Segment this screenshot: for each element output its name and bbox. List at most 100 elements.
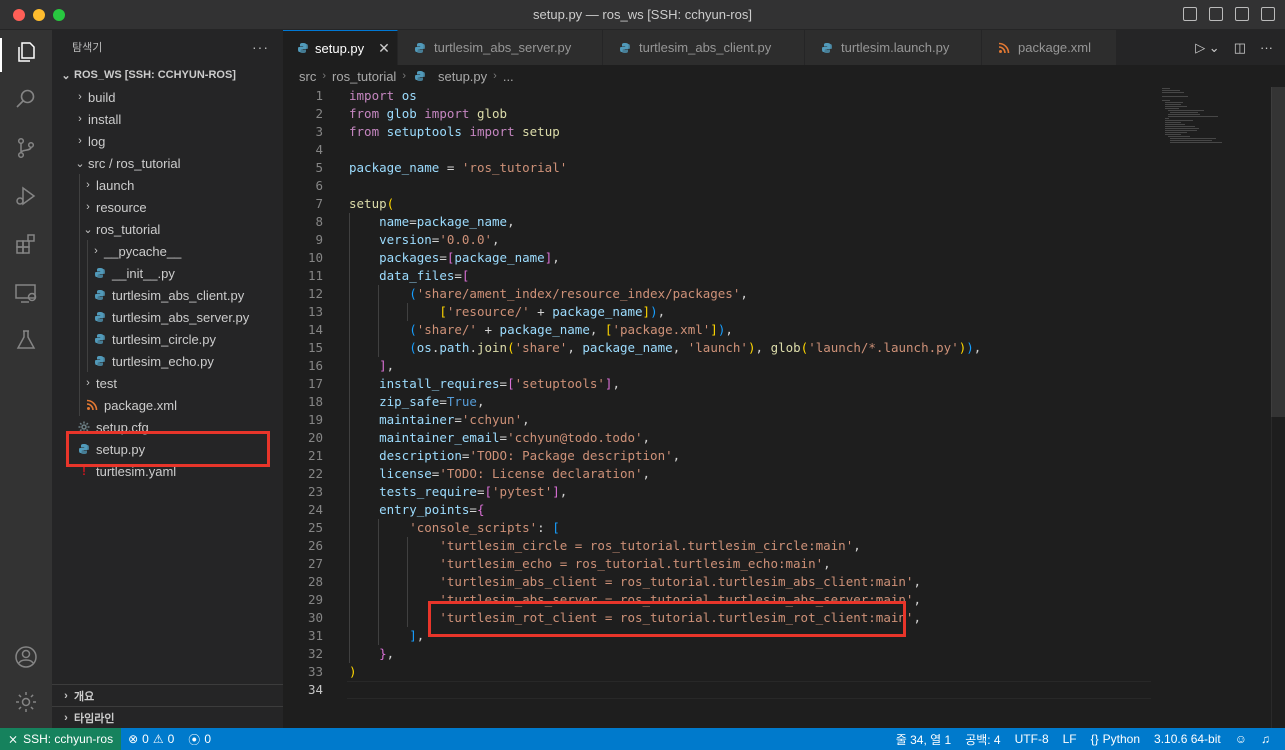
toggle-secondary-sidebar-icon[interactable] bbox=[1235, 7, 1249, 21]
ports-indicator[interactable]: ⦿ 0 bbox=[181, 731, 218, 748]
code-line[interactable]: 20 maintainer_email='cchyun@todo.todo', bbox=[283, 429, 1153, 447]
minimap[interactable] bbox=[1158, 87, 1258, 147]
code-line[interactable]: 2 from glob import glob bbox=[283, 105, 1153, 123]
tree-item-turtlesim-circle-py[interactable]: turtlesim_circle.py bbox=[52, 328, 283, 350]
search-icon[interactable] bbox=[14, 87, 38, 111]
explorer-icon[interactable] bbox=[14, 40, 38, 64]
code-token: , bbox=[507, 214, 515, 229]
more-actions-icon[interactable]: ··· bbox=[1260, 40, 1273, 56]
tree-item-launch[interactable]: › launch bbox=[52, 174, 283, 196]
code-line[interactable]: 18 zip_safe=True, bbox=[283, 393, 1153, 411]
remote-indicator[interactable]: ⨯ SSH: cchyun-ros bbox=[0, 728, 122, 750]
tree-item-ros-tutorial[interactable]: ⌄ ros_tutorial bbox=[52, 218, 283, 240]
code-line[interactable]: 6 bbox=[283, 177, 1153, 195]
outline-section[interactable]: › 개요 bbox=[52, 684, 283, 706]
notifications-bell-icon[interactable]: ♫ bbox=[1254, 732, 1277, 746]
tree-item-test[interactable]: › test bbox=[52, 372, 283, 394]
code-line[interactable]: 3 from setuptools import setup bbox=[283, 123, 1153, 141]
code-line[interactable]: 26 'turtlesim_circle = ros_tutorial.turt… bbox=[283, 537, 1153, 555]
code-line[interactable]: 28 'turtlesim_abs_client = ros_tutorial.… bbox=[283, 573, 1153, 591]
code-line[interactable]: 22 license='TODO: License declaration', bbox=[283, 465, 1153, 483]
end-of-line[interactable]: LF bbox=[1056, 732, 1084, 746]
language-mode[interactable]: {} Python bbox=[1084, 732, 1147, 746]
tab-package-xml[interactable]: package.xml bbox=[982, 30, 1117, 65]
code-line[interactable]: 14 ('share/' + package_name, ['package.x… bbox=[283, 321, 1153, 339]
indent-guide bbox=[79, 218, 80, 240]
tree-item-pycache[interactable]: › __pycache__ bbox=[52, 240, 283, 262]
braces-icon: {} bbox=[1090, 732, 1099, 746]
code-line[interactable]: 1 import os bbox=[283, 87, 1153, 105]
breadcrumb-src[interactable]: src bbox=[299, 69, 316, 84]
encoding[interactable]: UTF-8 bbox=[1008, 732, 1056, 746]
code-line[interactable]: 27 'turtlesim_echo = ros_tutorial.turtle… bbox=[283, 555, 1153, 573]
close-window-button[interactable] bbox=[13, 9, 25, 21]
code-line[interactable]: 9 version='0.0.0', bbox=[283, 231, 1153, 249]
tree-item-resource[interactable]: › resource bbox=[52, 196, 283, 218]
tab-turtlesim-abs-client-py[interactable]: turtlesim_abs_client.py bbox=[603, 30, 805, 65]
remote-explorer-icon[interactable] bbox=[14, 281, 38, 305]
toggle-sidebar-icon[interactable] bbox=[1183, 7, 1197, 21]
code-token: glob bbox=[770, 340, 801, 355]
code-line[interactable]: 5 package_name = 'ros_tutorial' bbox=[283, 159, 1153, 177]
code-line[interactable]: 4 bbox=[283, 141, 1153, 159]
code-line[interactable]: 12 ('share/ament_index/resource_index/pa… bbox=[283, 285, 1153, 303]
code-line[interactable]: 23 tests_require=['pytest'], bbox=[283, 483, 1153, 501]
tree-item-turtlesim-abs-server-py[interactable]: turtlesim_abs_server.py bbox=[52, 306, 283, 328]
account-icon[interactable] bbox=[14, 645, 38, 669]
breadcrumb-symbols[interactable]: ... bbox=[503, 69, 514, 84]
code-line[interactable]: 17 install_requires=['setuptools'], bbox=[283, 375, 1153, 393]
tab-turtlesim-launch-py[interactable]: turtlesim.launch.py bbox=[805, 30, 982, 65]
editor-scrollbar-thumb[interactable] bbox=[1271, 87, 1285, 417]
line-number: 7 bbox=[315, 196, 323, 211]
code-line[interactable]: 24 entry_points={ bbox=[283, 501, 1153, 519]
code-line[interactable]: 8 name=package_name, bbox=[283, 213, 1153, 231]
tree-item-package-xml[interactable]: package.xml bbox=[52, 394, 283, 416]
more-actions-icon[interactable]: ··· bbox=[252, 39, 269, 55]
tab-turtlesim-abs-server-py[interactable]: turtlesim_abs_server.py bbox=[398, 30, 603, 65]
timeline-section[interactable]: › 타임라인 bbox=[52, 706, 283, 728]
python-interpreter[interactable]: 3.10.6 64-bit bbox=[1147, 732, 1228, 746]
code-line[interactable]: 33) bbox=[283, 663, 1153, 681]
cursor-position[interactable]: 줄 34, 열 1 bbox=[889, 731, 958, 748]
code-line[interactable]: 11 data_files=[ bbox=[283, 267, 1153, 285]
problems-indicator[interactable]: ⊗ 0 ⚠ 0 bbox=[121, 732, 181, 746]
toggle-panel-icon[interactable] bbox=[1209, 7, 1223, 21]
tree-item-src-ros-tutorial[interactable]: ⌄ src / ros_tutorial bbox=[52, 152, 283, 174]
customize-layout-icon[interactable] bbox=[1261, 7, 1275, 21]
code-line[interactable]: 15 (os.path.join('share', package_name, … bbox=[283, 339, 1153, 357]
code-line[interactable]: 21 description='TODO: Package descriptio… bbox=[283, 447, 1153, 465]
split-editor-icon[interactable]: ◫ bbox=[1234, 40, 1246, 56]
minimize-window-button[interactable] bbox=[33, 9, 45, 21]
run-debug-icon[interactable] bbox=[14, 184, 38, 208]
code-token: import bbox=[349, 88, 395, 103]
code-line[interactable]: 19 maintainer='cchyun', bbox=[283, 411, 1153, 429]
tree-item-init-py[interactable]: __init__.py bbox=[52, 262, 283, 284]
code-line[interactable]: 34 bbox=[283, 681, 1153, 699]
tree-item-install[interactable]: › install bbox=[52, 108, 283, 130]
tree-item-build[interactable]: › build bbox=[52, 86, 283, 108]
source-control-icon[interactable] bbox=[14, 136, 38, 160]
tree-item-turtlesim-echo-py[interactable]: turtlesim_echo.py bbox=[52, 350, 283, 372]
breadcrumb-ros-tutorial[interactable]: ros_tutorial bbox=[332, 69, 396, 84]
breadcrumb-file[interactable]: setup.py bbox=[438, 69, 487, 84]
settings-gear-icon[interactable] bbox=[14, 690, 38, 714]
testing-icon[interactable] bbox=[14, 328, 38, 352]
workspace-root[interactable]: ⌄ ROS_WS [SSH: CCHYUN-ROS] bbox=[52, 64, 283, 86]
code-line[interactable]: 32 }, bbox=[283, 645, 1153, 663]
tree-item-turtlesim-abs-client-py[interactable]: turtlesim_abs_client.py bbox=[52, 284, 283, 306]
maximize-window-button[interactable] bbox=[53, 9, 65, 21]
tree-item-log[interactable]: › log bbox=[52, 130, 283, 152]
extensions-icon[interactable] bbox=[14, 232, 38, 256]
code-line[interactable]: 25 'console_scripts': [ bbox=[283, 519, 1153, 537]
feedback-icon[interactable]: ☺ bbox=[1228, 732, 1254, 746]
indentation[interactable]: 공백: 4 bbox=[958, 731, 1007, 748]
editor-scrollbar[interactable] bbox=[1271, 87, 1285, 728]
code-line[interactable]: 13 ['resource/' + package_name]), bbox=[283, 303, 1153, 321]
close-tab-icon[interactable]: ✕ bbox=[378, 40, 390, 57]
code-token: package_name bbox=[416, 214, 508, 229]
tab-setup-py[interactable]: setup.py ✕ bbox=[283, 30, 398, 65]
run-python-file-icon[interactable]: ▷ ⌄ bbox=[1195, 40, 1220, 56]
code-line[interactable]: 10 packages=[package_name], bbox=[283, 249, 1153, 267]
code-line[interactable]: 16 ], bbox=[283, 357, 1153, 375]
code-line[interactable]: 7 setup( bbox=[283, 195, 1153, 213]
